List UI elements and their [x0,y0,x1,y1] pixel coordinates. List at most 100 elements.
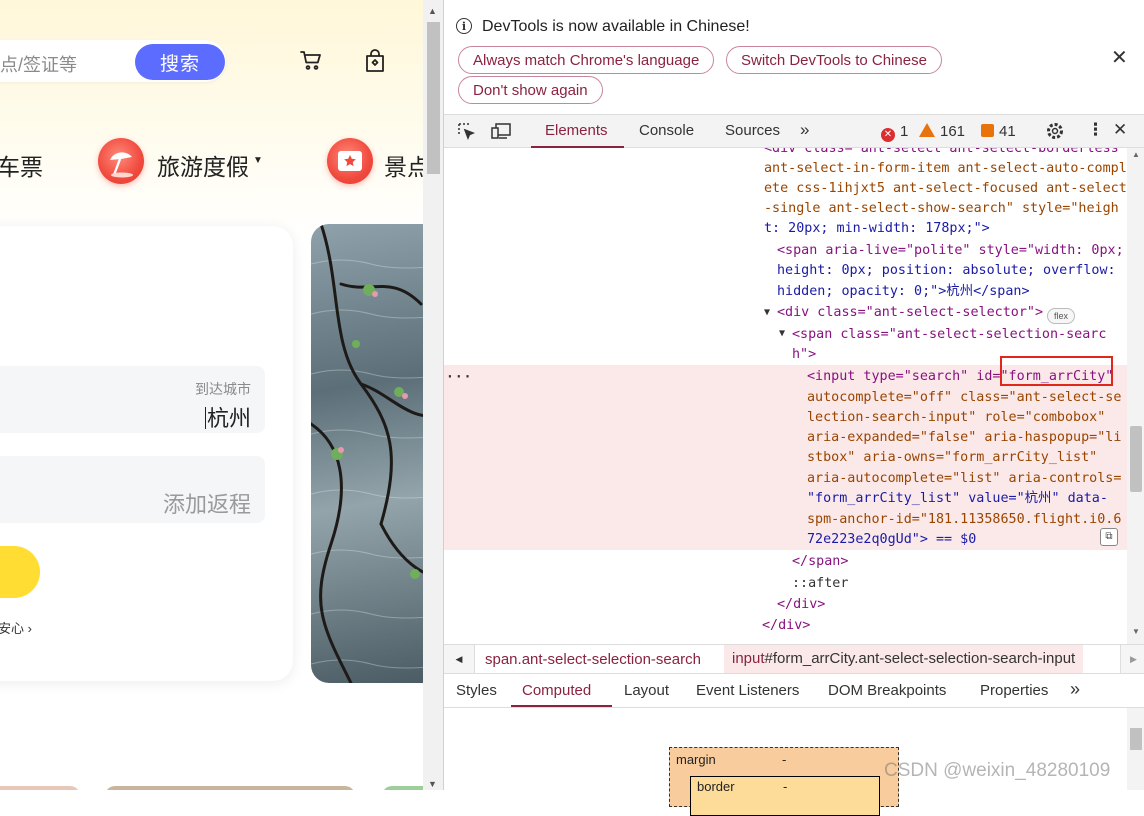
copy-icon[interactable]: ⧉ [1100,528,1118,546]
close-icon[interactable]: ✕ [1111,45,1128,70]
dom-line[interactable]: ete css-1ihjxt5 ant-select-focused ant-s… [764,179,1127,199]
dom-line[interactable]: </div> [777,595,825,615]
breadcrumb-tag: input [732,650,765,667]
more-options-icon[interactable]: ⋮ [1087,120,1104,140]
dom-line-text: aria-expanded="false" aria-haspopup="li [807,430,1122,445]
dom-line-text: h"> [792,347,817,362]
more-tabs-icon[interactable]: » [1070,679,1080,700]
expand-triangle-icon[interactable]: ▼ [779,328,785,339]
dom-line-selected[interactable]: "form_arrCity_list" value="杭州" data- [807,489,1108,509]
info-icon: i [456,18,472,34]
flex-badge[interactable]: flex [1047,308,1076,324]
dom-line-text: ant-select-in-form-item ant-select-auto-… [764,161,1127,176]
box-model-border[interactable]: border - [690,776,880,816]
dom-line-text: <div class="ant-select-selector"> [777,305,1044,320]
scroll-down-arrow-icon[interactable]: ▼ [1132,627,1140,636]
page-scrollbar[interactable]: ▲ ▼ [423,0,443,790]
recommend-card[interactable] [382,786,423,790]
dom-line[interactable]: <span class="ant-select-selection-searc [792,325,1106,345]
nav-item-train[interactable]: 车票 [0,148,43,182]
arrival-city-label: 到达城市 [195,381,251,397]
dom-line-text: <div class="ant-select ant-select-border… [764,148,1119,156]
tab-console[interactable]: Console [639,122,694,139]
error-icon: ✕ [881,128,895,142]
issues-count-badge[interactable]: 41 [981,123,1016,140]
close-devtools-icon[interactable]: ✕ [1113,120,1127,140]
dom-line-selected[interactable]: aria-expanded="false" aria-haspopup="li [807,428,1121,448]
dom-line-text: </div> [777,597,826,612]
nav-item-scenic[interactable]: 景点 [384,148,423,182]
search-button[interactable]: 搜索 [135,44,225,80]
cart-icon[interactable] [299,48,323,77]
dom-line-text: stbox" aria-owns="form_arrCity_list" [807,450,1098,465]
breadcrumb-right-arrow-icon[interactable]: ▶ [1120,645,1144,673]
switch-to-chinese-button[interactable]: Switch DevTools to Chinese [726,46,942,74]
scrollbar-thumb[interactable] [427,22,440,174]
nav-item-tour[interactable]: 旅游度假 [157,148,249,182]
dom-line-selected[interactable]: stbox" aria-owns="form_arrCity_list" [807,448,1097,468]
devtools-panel: i DevTools is now available in Chinese! … [443,0,1144,816]
language-infobar: i DevTools is now available in Chinese! … [444,0,1144,113]
scroll-up-arrow-icon[interactable]: ▲ [428,6,437,16]
return-trip-field[interactable]: 添加返程 [0,456,265,523]
match-language-button[interactable]: Always match Chrome's language [458,46,715,74]
settings-gear-icon[interactable] [1045,121,1065,146]
device-toolbar-icon[interactable] [490,121,512,146]
dom-line-selected[interactable]: aria-autocomplete="list" aria-controls= [807,469,1121,489]
warning-count-badge[interactable]: 161 [919,123,965,140]
dom-line[interactable]: t: 20px; min-width: 178px;"> [764,219,990,239]
dom-line[interactable]: -single ant-select-show-search" style="h… [764,199,1119,219]
scenic-photo[interactable] [311,224,423,683]
tab-dom-breakpoints[interactable]: DOM Breakpoints [828,682,946,699]
dom-line[interactable]: </div> [762,616,810,636]
dom-tree[interactable]: ··· <div class="ant-select ant-select-bo… [444,148,1127,644]
inspect-element-icon[interactable] [456,121,476,146]
tab-event-listeners[interactable]: Event Listeners [696,682,799,699]
tab-styles[interactable]: Styles [456,682,497,699]
dom-line-text: </div> [762,618,811,633]
dom-line-selected[interactable]: autocomplete="off" class="ant-select-se [807,388,1121,408]
dom-line-text: autocomplete="off" class="ant-select-se [807,390,1122,405]
reassurance-link[interactable]: 安心 › [0,618,32,637]
scroll-down-arrow-icon[interactable]: ▼ [428,779,437,789]
tab-sources[interactable]: Sources [725,122,780,139]
dom-line[interactable]: <div class="ant-select-selector"> [777,303,1043,323]
dom-line-selected[interactable]: lection-search-input" role="combobox" [807,408,1105,428]
return-trip-placeholder: 添加返程 [162,492,251,517]
dom-line[interactable]: h"> [792,345,816,365]
recommend-card[interactable] [0,786,80,790]
tab-layout[interactable]: Layout [624,682,669,699]
scrollbar-thumb[interactable] [1130,728,1142,750]
dom-line[interactable]: </span> [792,552,848,572]
dom-line-selected[interactable]: 72e223e2q0gUd"> == $0 [807,530,976,550]
more-tabs-icon[interactable]: » [800,120,809,140]
breadcrumb-item[interactable]: span.ant-select-selection-search [485,651,701,668]
dom-line[interactable]: ant-select-in-form-item ant-select-auto-… [764,159,1127,179]
tab-elements[interactable]: Elements [545,122,608,139]
dom-line[interactable]: hidden; opacity: 0;">杭州</span> [777,282,1030,302]
shopping-bag-icon[interactable] [363,48,387,79]
node-actions-icon[interactable]: ··· [446,370,472,385]
dom-line[interactable]: ::after [792,574,848,594]
devtools-tab-bar: Elements Console Sources » ✕ 1 161 41 ⋮ ✕ [444,114,1144,148]
dont-show-again-button[interactable]: Don't show again [458,76,603,104]
dom-line-selected[interactable]: spm-anchor-id="181.11358650.flight.i0.6 [807,510,1121,530]
box-model-margin[interactable]: margin - border - [669,747,899,816]
arrival-city-value[interactable]: 杭州 [204,401,251,433]
recommend-card[interactable] [105,786,355,790]
tab-computed[interactable]: Computed [522,682,591,699]
breadcrumb-item-selected[interactable]: input#form_arrCity.ant-select-selection-… [724,645,1084,673]
dom-tree-scrollbar[interactable]: ▲ ▼ [1127,148,1144,644]
breadcrumb-left-arrow-icon[interactable]: ◀ [444,645,475,673]
dom-line[interactable]: height: 0px; position: absolute; overflo… [777,261,1116,281]
tab-properties[interactable]: Properties [980,682,1048,699]
dom-line-text: lection-search-input" role="combobox" [807,410,1106,425]
expand-triangle-icon[interactable]: ▼ [764,307,770,318]
scrollbar-thumb[interactable] [1130,426,1142,492]
dom-line[interactable]: <div class="ant-select ant-select-border… [764,148,1119,159]
dom-line[interactable]: <span aria-live="polite" style="width: 0… [777,241,1124,261]
scroll-up-arrow-icon[interactable]: ▲ [1132,150,1140,159]
error-count-badge[interactable]: ✕ 1 [881,123,908,142]
computed-scrollbar[interactable] [1127,708,1144,790]
arrival-city-field[interactable]: 到达城市 杭州 [0,366,265,433]
